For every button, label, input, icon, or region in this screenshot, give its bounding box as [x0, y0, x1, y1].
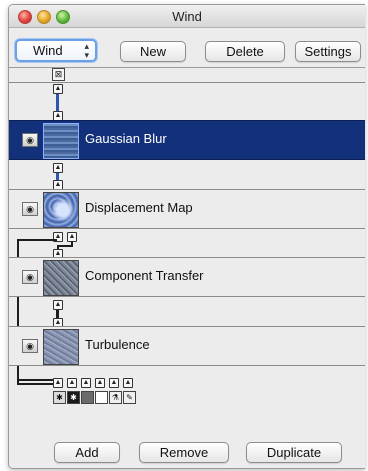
eye-icon[interactable]: ◉: [22, 339, 38, 353]
source-graphic-icon[interactable]: ✱: [53, 391, 66, 404]
eye-icon[interactable]: ◉: [22, 270, 38, 284]
add-button[interactable]: Add: [54, 442, 120, 463]
input-port-icon[interactable]: ▲: [81, 378, 91, 388]
delete-button[interactable]: Delete: [205, 41, 285, 62]
input-port-icon[interactable]: ▲: [109, 378, 119, 388]
toolbar: Wind ▴ ▾ New Delete Settings: [9, 28, 365, 72]
duplicate-button[interactable]: Duplicate: [246, 442, 342, 463]
fill-paint-icon[interactable]: ⚗: [109, 391, 122, 404]
input-port-icon[interactable]: ▲: [53, 84, 63, 94]
node-thumbnail: [43, 123, 79, 159]
bottom-bar: Add Remove Duplicate: [9, 433, 365, 468]
new-button[interactable]: New: [120, 41, 186, 62]
filter-window: Wind Wind ▴ ▾ New Delete Settings ⊠ ▲ ▲ ◉…: [8, 4, 365, 469]
filter-preset-label: Wind: [33, 43, 63, 58]
node-thumbnail: [43, 329, 79, 365]
connection-wire: [17, 379, 57, 381]
divider: [9, 82, 365, 83]
node-label: Component Transfer: [85, 268, 204, 283]
filter-node-row[interactable]: ◉ Component Transfer: [9, 257, 365, 297]
result-node-icon[interactable]: ⊠: [52, 68, 65, 81]
filter-node-row[interactable]: ◉ Turbulence: [9, 326, 365, 366]
title-bar: Wind: [9, 5, 365, 28]
filter-node-row[interactable]: ◉ Displacement Map: [9, 189, 365, 229]
window-title: Wind: [172, 9, 202, 24]
connection-wire: [57, 245, 73, 247]
eye-icon[interactable]: ◉: [22, 202, 38, 216]
input-port-icon[interactable]: ▲: [53, 378, 63, 388]
settings-button[interactable]: Settings: [295, 41, 361, 62]
chevron-updown-icon: ▴ ▾: [84, 41, 89, 60]
input-port-icon[interactable]: ▲: [67, 378, 77, 388]
node-label: Gaussian Blur: [85, 131, 167, 146]
filter-preset-popup[interactable]: Wind ▴ ▾: [15, 39, 97, 62]
input-port-icon[interactable]: ▲: [95, 378, 105, 388]
filter-graph-canvas[interactable]: ⊠ ▲ ▲ ◉ Gaussian Blur ▲ ▲ ◉ Displacement…: [9, 67, 365, 434]
node-label: Turbulence: [85, 337, 150, 352]
node-thumbnail: [43, 260, 79, 296]
source-alpha-icon[interactable]: ✱: [67, 391, 80, 404]
filter-node-row[interactable]: ◉ Gaussian Blur: [9, 120, 365, 160]
input-port-icon[interactable]: ▲: [123, 378, 133, 388]
eye-icon[interactable]: ◉: [22, 133, 38, 147]
remove-button[interactable]: Remove: [139, 442, 229, 463]
node-label: Displacement Map: [85, 200, 193, 215]
input-port-icon[interactable]: ▲: [53, 163, 63, 173]
stroke-paint-icon[interactable]: ✎: [123, 391, 136, 404]
background-alpha-icon[interactable]: [95, 391, 108, 404]
node-thumbnail: [43, 192, 79, 228]
background-image-icon[interactable]: [81, 391, 94, 404]
input-port-icon[interactable]: ▲: [53, 300, 63, 310]
